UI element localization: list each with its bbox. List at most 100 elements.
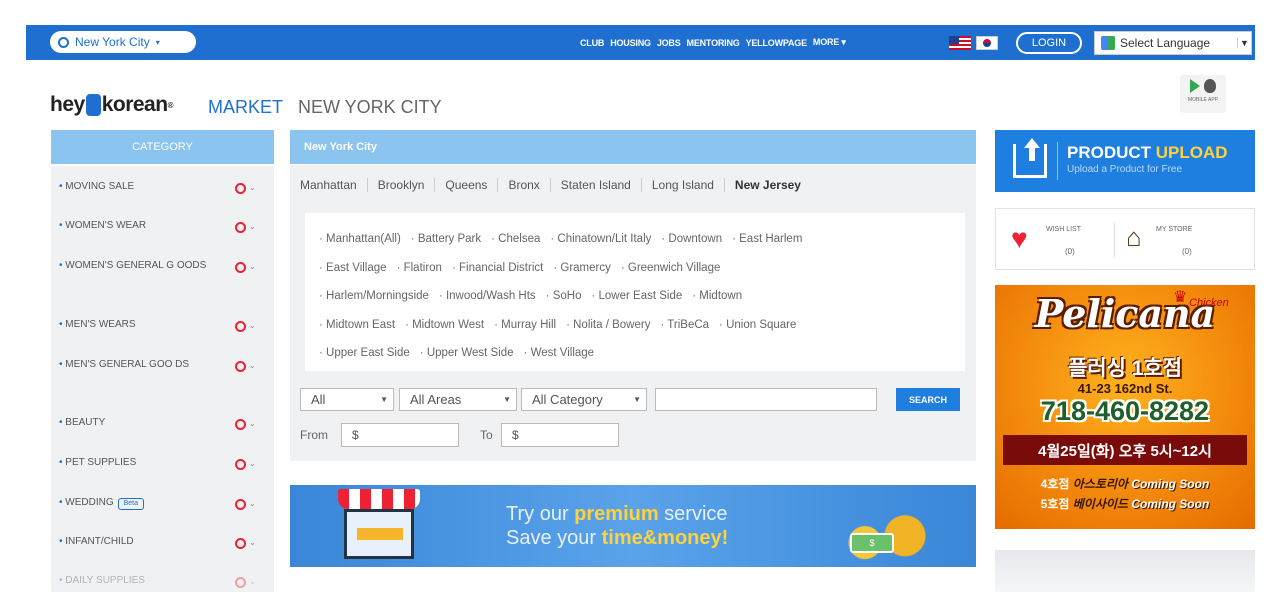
category-item-pet-supplies[interactable]: PET SUPPLIES ⌄ xyxy=(51,454,274,472)
neighborhood-link[interactable]: Financial District xyxy=(452,262,543,274)
neighborhood-link[interactable]: Upper West Side xyxy=(420,347,514,359)
chevron-down-icon: ▼ xyxy=(380,395,388,404)
neighborhood-link[interactable]: SoHo xyxy=(546,290,582,302)
category-item-daily-supplies[interactable]: DAILY SUPPLIES ⌄ xyxy=(51,572,274,590)
chevron-down-icon[interactable]: ⌄ xyxy=(249,218,256,236)
neighborhood-link[interactable]: Greenwich Village xyxy=(621,262,721,274)
city-selector[interactable]: New York City ▾ xyxy=(50,31,196,53)
remove-icon[interactable] xyxy=(235,182,246,194)
neighborhood-link[interactable]: Manhattan(All) xyxy=(319,233,401,245)
neighborhood-link[interactable]: Union Square xyxy=(719,319,796,331)
borough-staten-island[interactable]: Staten Island xyxy=(551,178,642,192)
category-item-infant-child[interactable]: INFANT/CHILD ⌄ xyxy=(51,533,274,551)
chevron-down-icon[interactable]: ⌄ xyxy=(249,573,256,591)
chevron-down-icon[interactable]: ⌄ xyxy=(249,258,256,276)
neighborhood-link[interactable]: Murray Hill xyxy=(494,319,556,331)
category-item-wedding[interactable]: WEDDINGBeta ⌄ xyxy=(51,494,274,512)
chevron-down-icon[interactable]: ⌄ xyxy=(249,179,256,197)
heart-icon[interactable]: ♥ xyxy=(1011,225,1039,253)
neighborhood-link[interactable]: Chinatown/Lit Italy xyxy=(550,233,651,245)
neighborhood-link[interactable]: Battery Park xyxy=(411,233,481,245)
nav-club[interactable]: CLUB xyxy=(580,38,604,48)
us-flag-icon[interactable] xyxy=(949,36,971,50)
neighborhood-link[interactable]: Midtown East xyxy=(319,319,395,331)
neighborhood-link[interactable]: Midtown xyxy=(692,290,742,302)
remove-icon[interactable] xyxy=(235,458,246,470)
type-select[interactable]: All ▼ xyxy=(300,388,394,411)
house-icon[interactable]: ⌂ xyxy=(1126,224,1142,250)
chevron-down-icon[interactable]: ⌄ xyxy=(249,317,256,335)
category-item-womens-general-goods[interactable]: WOMEN'S GENERAL G OODS ⌄ xyxy=(51,257,274,275)
neighborhood-link[interactable]: Chelsea xyxy=(491,233,540,245)
mobile-app-badge[interactable]: MOBILE APP xyxy=(1180,75,1226,113)
category-item-beauty[interactable]: BEAUTY ⌄ xyxy=(51,414,274,432)
borough-bronx[interactable]: Bronx xyxy=(498,178,551,192)
chevron-down-icon[interactable]: ⌄ xyxy=(249,455,256,473)
category-select[interactable]: All Category ▼ xyxy=(521,388,647,411)
neighborhood-link[interactable]: Inwood/Wash Hts xyxy=(439,290,536,302)
category-item-mens-general-goods[interactable]: MEN'S GENERAL GOO DS ⌄ xyxy=(51,356,274,374)
price-to-input[interactable]: $ xyxy=(501,423,619,447)
remove-icon[interactable] xyxy=(235,418,246,430)
remove-icon[interactable] xyxy=(235,261,246,273)
search-button[interactable]: SEARCH xyxy=(896,388,960,411)
korea-flag-icon[interactable] xyxy=(976,36,998,50)
chevron-down-icon[interactable]: ⌄ xyxy=(249,415,256,433)
language-select[interactable]: Select Language ▼ xyxy=(1094,31,1252,55)
site-logo[interactable]: hey korean ® xyxy=(50,93,174,117)
chevron-down-icon[interactable]: ⌄ xyxy=(249,534,256,552)
secondary-ad-card[interactable] xyxy=(995,550,1255,592)
nav-housing[interactable]: HOUSING xyxy=(610,38,651,48)
nav-mentoring[interactable]: MENTORING xyxy=(687,38,740,48)
neighborhood-link[interactable]: Nolita / Bowery xyxy=(566,319,650,331)
borough-new-jersey[interactable]: New Jersey xyxy=(725,178,811,192)
chevron-down-icon: ▼ xyxy=(503,395,511,404)
neighborhood-link[interactable]: Upper East Side xyxy=(319,347,410,359)
neighborhood-link[interactable]: TriBeCa xyxy=(660,319,709,331)
remove-icon[interactable] xyxy=(235,320,246,332)
borough-queens[interactable]: Queens xyxy=(435,178,499,192)
wishlist-label[interactable]: WISH LIST xyxy=(1046,226,1081,233)
remove-icon[interactable] xyxy=(235,498,246,510)
neighborhood-link[interactable]: East Village xyxy=(319,262,387,274)
neighborhood-link[interactable]: West Village xyxy=(524,347,595,359)
price-from-input[interactable]: $ xyxy=(341,423,459,447)
nav-more[interactable]: MORE ▾ xyxy=(813,37,846,48)
ad-soon2-text: Coming Soon xyxy=(1131,497,1210,511)
premium-service-banner[interactable]: Try our premium service Save your time&m… xyxy=(290,485,976,567)
neighborhood-link[interactable]: Downtown xyxy=(661,233,722,245)
category-item-mens-wears[interactable]: MEN'S WEARS ⌄ xyxy=(51,316,274,334)
remove-icon[interactable] xyxy=(235,360,246,372)
borough-long-island[interactable]: Long Island xyxy=(642,178,725,192)
neighborhood-link[interactable]: Midtown West xyxy=(405,319,484,331)
neighborhood-link[interactable]: Flatiron xyxy=(397,262,442,274)
pelicana-ad-banner[interactable]: Pelicana ♛ Chicken 플러싱 1호점 41-23 162nd S… xyxy=(995,285,1255,529)
neighborhood-link[interactable]: Harlem/Morningside xyxy=(319,290,429,302)
remove-icon[interactable] xyxy=(235,537,246,549)
chevron-down-icon[interactable]: ⌄ xyxy=(249,357,256,375)
google-translate-icon xyxy=(1101,36,1115,50)
borough-brooklyn[interactable]: Brooklyn xyxy=(368,178,436,192)
login-button[interactable]: LOGIN xyxy=(1016,32,1082,54)
neighborhood-link[interactable]: Lower East Side xyxy=(591,290,682,302)
category-label: INFANT/CHILD xyxy=(59,536,134,547)
nav-jobs[interactable]: JOBS xyxy=(657,38,681,48)
search-input[interactable] xyxy=(655,388,877,411)
category-header: CATEGORY xyxy=(51,130,274,164)
category-list: MOVING SALE ⌄ WOMEN'S WEAR ⌄ WOMEN'S GEN… xyxy=(51,166,274,592)
product-upload-button[interactable]: PRODUCT UPLOAD Upload a Product for Free xyxy=(995,130,1255,192)
nav-yellowpage[interactable]: YELLOWPAGE xyxy=(746,38,808,48)
neighborhood-link[interactable]: Gramercy xyxy=(553,262,611,274)
category-item-moving-sale[interactable]: MOVING SALE ⌄ xyxy=(51,178,274,196)
remove-icon[interactable] xyxy=(235,221,246,233)
mystore-count: (0) xyxy=(1182,247,1192,256)
area-select[interactable]: All Areas ▼ xyxy=(399,388,517,411)
mobile-app-label: MOBILE APP xyxy=(1187,97,1218,103)
city-title: NEW YORK CITY xyxy=(298,97,442,117)
chevron-down-icon[interactable]: ⌄ xyxy=(249,495,256,513)
mystore-label[interactable]: MY STORE xyxy=(1156,226,1192,233)
neighborhood-link[interactable]: East Harlem xyxy=(732,233,802,245)
remove-icon[interactable] xyxy=(235,576,246,588)
category-item-womens-wear[interactable]: WOMEN'S WEAR ⌄ xyxy=(51,217,274,235)
borough-manhattan[interactable]: Manhattan xyxy=(300,178,368,192)
